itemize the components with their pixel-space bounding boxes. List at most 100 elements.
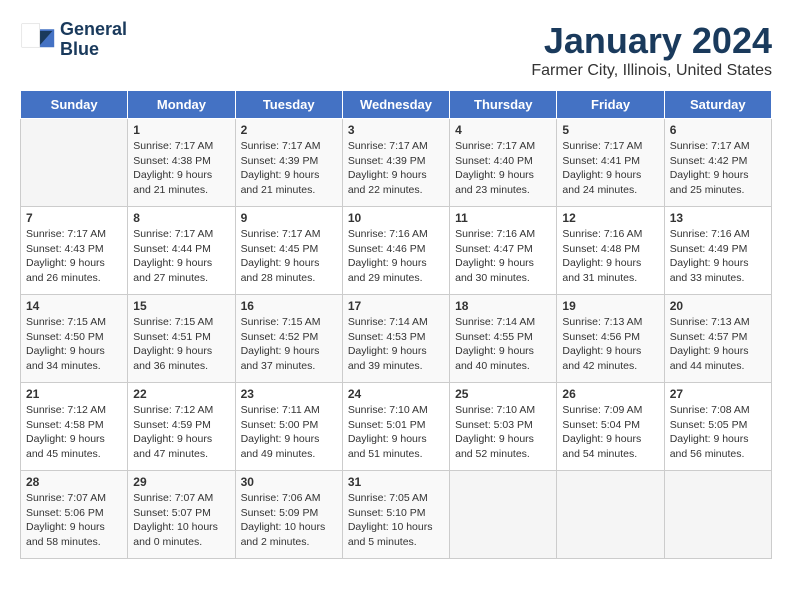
day-info: Sunrise: 7:10 AMSunset: 5:01 PMDaylight:… — [348, 403, 444, 462]
day-number: 17 — [348, 299, 444, 313]
calendar-week-4: 21 Sunrise: 7:12 AMSunset: 4:58 PMDayligh… — [21, 383, 772, 471]
logo-text: General Blue — [60, 20, 127, 60]
calendar-cell — [21, 119, 128, 207]
calendar-cell: 25Sunrise: 7:10 AMSunset: 5:03 PMDayligh… — [450, 383, 557, 471]
day-info: Sunrise: 7:09 AMSunset: 5:04 PMDaylight:… — [562, 403, 658, 462]
day-info: Sunrise: 7:17 AMSunset: 4:39 PMDaylight:… — [241, 139, 337, 198]
weekday-header-thursday: Thursday — [450, 91, 557, 119]
calendar-cell: 16 Sunrise: 7:15 AMSunset: 4:52 PMDayligh… — [235, 295, 342, 383]
calendar-cell — [450, 471, 557, 559]
calendar-cell: 1 Sunrise: 7:17 AMSunset: 4:38 PMDaylight… — [128, 119, 235, 207]
day-number: 20 — [670, 299, 766, 313]
calendar-cell: 23 Sunrise: 7:11 AMSunset: 5:00 PMDayligh… — [235, 383, 342, 471]
calendar-week-3: 14 Sunrise: 7:15 AMSunset: 4:50 PMDayligh… — [21, 295, 772, 383]
calendar-cell: 8 Sunrise: 7:17 AMSunset: 4:44 PMDaylight… — [128, 207, 235, 295]
calendar-cell: 2 Sunrise: 7:17 AMSunset: 4:39 PMDaylight… — [235, 119, 342, 207]
weekday-header-saturday: Saturday — [664, 91, 771, 119]
calendar-cell: 21 Sunrise: 7:12 AMSunset: 4:58 PMDayligh… — [21, 383, 128, 471]
day-number: 13 — [670, 211, 766, 225]
day-info: Sunrise: 7:17 AMSunset: 4:45 PMDaylight:… — [241, 227, 337, 286]
day-number: 23 — [241, 387, 337, 401]
calendar-cell: 6Sunrise: 7:17 AMSunset: 4:42 PMDaylight… — [664, 119, 771, 207]
day-info: Sunrise: 7:07 AMSunset: 5:06 PMDaylight:… — [26, 491, 122, 550]
calendar-cell: 10 Sunrise: 7:16 AMSunset: 4:46 PMDayligh… — [342, 207, 449, 295]
calendar-cell: 13Sunrise: 7:16 AMSunset: 4:49 PMDayligh… — [664, 207, 771, 295]
page-header: General Blue January 2024 Farmer City, I… — [20, 20, 772, 80]
calendar-table: SundayMondayTuesdayWednesdayThursdayFrid… — [20, 90, 772, 559]
calendar-week-5: 28Sunrise: 7:07 AMSunset: 5:06 PMDayligh… — [21, 471, 772, 559]
calendar-body: 1 Sunrise: 7:17 AMSunset: 4:38 PMDaylight… — [21, 119, 772, 559]
day-number: 19 — [562, 299, 658, 313]
day-info: Sunrise: 7:05 AMSunset: 5:10 PMDaylight:… — [348, 491, 444, 550]
calendar-cell: 4 Sunrise: 7:17 AMSunset: 4:40 PMDaylight… — [450, 119, 557, 207]
calendar-cell: 27Sunrise: 7:08 AMSunset: 5:05 PMDayligh… — [664, 383, 771, 471]
day-number: 29 — [133, 475, 229, 489]
day-number: 21 — [26, 387, 122, 401]
title-block: January 2024 Farmer City, Illinois, Unit… — [531, 20, 772, 80]
day-number: 9 — [241, 211, 337, 225]
day-number: 16 — [241, 299, 337, 313]
day-number: 22 — [133, 387, 229, 401]
calendar-cell: 26Sunrise: 7:09 AMSunset: 5:04 PMDayligh… — [557, 383, 664, 471]
day-info: Sunrise: 7:14 AMSunset: 4:55 PMDaylight:… — [455, 315, 551, 374]
calendar-week-1: 1 Sunrise: 7:17 AMSunset: 4:38 PMDaylight… — [21, 119, 772, 207]
day-info: Sunrise: 7:14 AMSunset: 4:53 PMDaylight:… — [348, 315, 444, 374]
calendar-cell — [664, 471, 771, 559]
day-number: 6 — [670, 123, 766, 137]
day-info: Sunrise: 7:12 AMSunset: 4:59 PMDaylight:… — [133, 403, 229, 462]
day-number: 14 — [26, 299, 122, 313]
day-info: Sunrise: 7:17 AMSunset: 4:44 PMDaylight:… — [133, 227, 229, 286]
day-info: Sunrise: 7:13 AMSunset: 4:57 PMDaylight:… — [670, 315, 766, 374]
day-number: 7 — [26, 211, 122, 225]
calendar-cell: 31 Sunrise: 7:05 AMSunset: 5:10 PMDayligh… — [342, 471, 449, 559]
day-number: 8 — [133, 211, 229, 225]
day-info: Sunrise: 7:15 AMSunset: 4:50 PMDaylight:… — [26, 315, 122, 374]
weekday-header-monday: Monday — [128, 91, 235, 119]
day-info: Sunrise: 7:15 AMSunset: 4:52 PMDaylight:… — [241, 315, 337, 374]
day-number: 18 — [455, 299, 551, 313]
day-number: 30 — [241, 475, 337, 489]
day-info: Sunrise: 7:17 AMSunset: 4:39 PMDaylight:… — [348, 139, 444, 198]
logo-icon — [20, 22, 56, 58]
day-number: 24 — [348, 387, 444, 401]
day-info: Sunrise: 7:13 AMSunset: 4:56 PMDaylight:… — [562, 315, 658, 374]
calendar-title: January 2024 — [531, 20, 772, 62]
day-info: Sunrise: 7:16 AMSunset: 4:48 PMDaylight:… — [562, 227, 658, 286]
day-info: Sunrise: 7:17 AMSunset: 4:38 PMDaylight:… — [133, 139, 229, 198]
weekday-header-friday: Friday — [557, 91, 664, 119]
day-number: 3 — [348, 123, 444, 137]
day-info: Sunrise: 7:17 AMSunset: 4:40 PMDaylight:… — [455, 139, 551, 198]
day-number: 11 — [455, 211, 551, 225]
logo-line1: General — [60, 20, 127, 40]
day-number: 27 — [670, 387, 766, 401]
day-info: Sunrise: 7:06 AMSunset: 5:09 PMDaylight:… — [241, 491, 337, 550]
weekday-header-row: SundayMondayTuesdayWednesdayThursdayFrid… — [21, 91, 772, 119]
calendar-cell: 9 Sunrise: 7:17 AMSunset: 4:45 PMDaylight… — [235, 207, 342, 295]
day-info: Sunrise: 7:17 AMSunset: 4:41 PMDaylight:… — [562, 139, 658, 198]
calendar-cell: 19 Sunrise: 7:13 AMSunset: 4:56 PMDayligh… — [557, 295, 664, 383]
calendar-header: SundayMondayTuesdayWednesdayThursdayFrid… — [21, 91, 772, 119]
day-number: 2 — [241, 123, 337, 137]
day-number: 12 — [562, 211, 658, 225]
day-number: 1 — [133, 123, 229, 137]
calendar-cell: 5Sunrise: 7:17 AMSunset: 4:41 PMDaylight… — [557, 119, 664, 207]
calendar-cell: 17 Sunrise: 7:14 AMSunset: 4:53 PMDayligh… — [342, 295, 449, 383]
logo-line2: Blue — [60, 40, 127, 60]
calendar-cell: 20 Sunrise: 7:13 AMSunset: 4:57 PMDayligh… — [664, 295, 771, 383]
calendar-cell: 15Sunrise: 7:15 AMSunset: 4:51 PMDayligh… — [128, 295, 235, 383]
day-info: Sunrise: 7:11 AMSunset: 5:00 PMDaylight:… — [241, 403, 337, 462]
day-number: 10 — [348, 211, 444, 225]
calendar-subtitle: Farmer City, Illinois, United States — [531, 62, 772, 80]
day-number: 15 — [133, 299, 229, 313]
day-info: Sunrise: 7:12 AMSunset: 4:58 PMDaylight:… — [26, 403, 122, 462]
day-number: 31 — [348, 475, 444, 489]
weekday-header-wednesday: Wednesday — [342, 91, 449, 119]
day-number: 25 — [455, 387, 551, 401]
weekday-header-sunday: Sunday — [21, 91, 128, 119]
day-info: Sunrise: 7:16 AMSunset: 4:46 PMDaylight:… — [348, 227, 444, 286]
day-info: Sunrise: 7:16 AMSunset: 4:47 PMDaylight:… — [455, 227, 551, 286]
day-number: 4 — [455, 123, 551, 137]
calendar-cell: 18 Sunrise: 7:14 AMSunset: 4:55 PMDayligh… — [450, 295, 557, 383]
calendar-week-2: 7Sunrise: 7:17 AMSunset: 4:43 PMDaylight… — [21, 207, 772, 295]
logo: General Blue — [20, 20, 127, 60]
